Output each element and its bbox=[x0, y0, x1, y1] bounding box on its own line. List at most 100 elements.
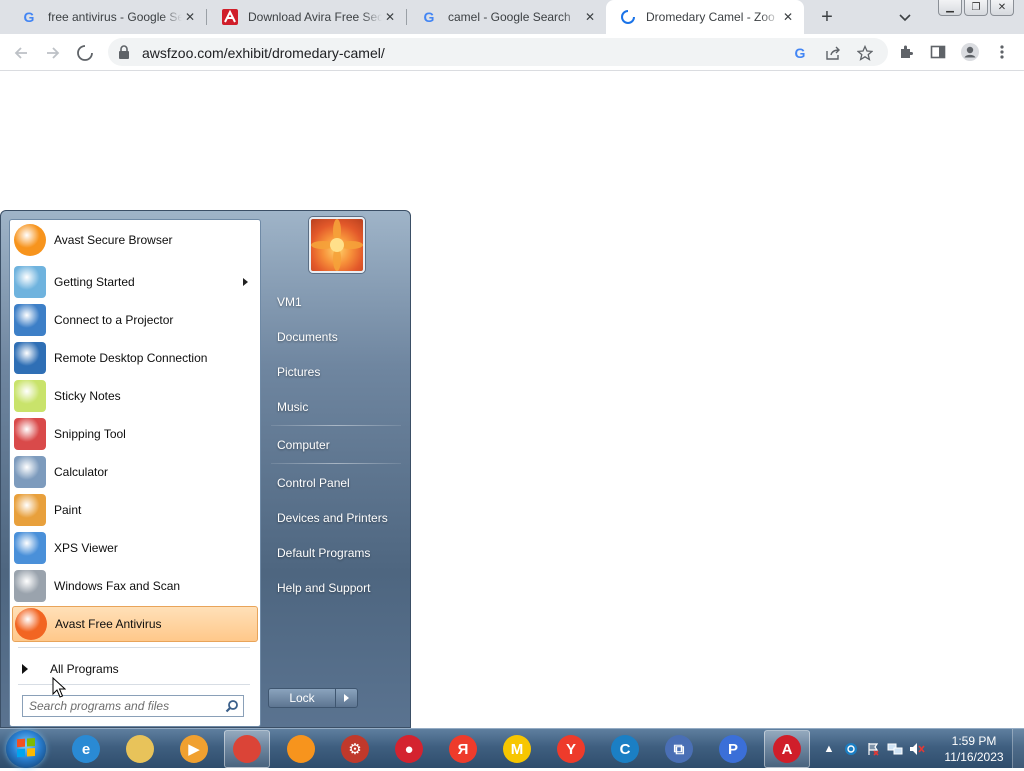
avast-tray-icon[interactable] bbox=[840, 739, 862, 759]
lock-icon[interactable] bbox=[118, 45, 130, 59]
start-link-vm1[interactable]: VM1 bbox=[269, 287, 403, 317]
search-input[interactable] bbox=[29, 698, 219, 714]
address-bar[interactable]: awsfzoo.com/exhibit/dromedary-camel/ G bbox=[108, 38, 888, 66]
taskbar-button[interactable] bbox=[278, 730, 324, 768]
tab-dromedary-camel[interactable]: Dromedary Camel - Zoo ✕ bbox=[606, 0, 804, 34]
svg-text:G: G bbox=[24, 9, 35, 25]
volume-muted-icon[interactable] bbox=[906, 739, 928, 759]
programs-divider bbox=[18, 647, 250, 648]
program-item[interactable]: Snipping Tool bbox=[12, 416, 258, 452]
fax-scan-icon bbox=[14, 570, 46, 602]
internet-explorer-icon: e bbox=[72, 735, 100, 763]
expand-arrow-icon bbox=[22, 664, 28, 674]
taskbar-button[interactable]: Я bbox=[440, 730, 486, 768]
taskbar-button[interactable]: Y bbox=[548, 730, 594, 768]
program-label: Windows Fax and Scan bbox=[54, 579, 181, 593]
submenu-arrow-icon bbox=[243, 278, 248, 286]
stop-loading-icon[interactable] bbox=[74, 42, 96, 64]
start-link-pictures[interactable]: Pictures bbox=[269, 357, 403, 387]
restore-icon[interactable]: ❐ bbox=[964, 0, 988, 16]
program-item[interactable]: Connect to a Projector bbox=[12, 302, 258, 338]
taskbar-button[interactable]: ▶ bbox=[171, 730, 217, 768]
ccleaner-icon: C bbox=[611, 735, 639, 763]
tab-close-icon[interactable]: ✕ bbox=[382, 9, 398, 25]
lock-button[interactable]: Lock bbox=[268, 688, 336, 708]
side-panel-icon[interactable] bbox=[928, 42, 948, 62]
tab-separator bbox=[406, 9, 407, 25]
tab-download-avira[interactable]: Download Avira Free Security ✕ bbox=[208, 0, 407, 34]
start-link-default-programs[interactable]: Default Programs bbox=[269, 538, 403, 568]
tab-free-antivirus[interactable]: G free antivirus - Google Search ✕ bbox=[8, 0, 207, 34]
back-arrow-icon[interactable] bbox=[10, 42, 32, 64]
url-text: awsfzoo.com/exhibit/dromedary-camel/ bbox=[142, 45, 385, 61]
tab-search-chevron-icon[interactable] bbox=[896, 8, 914, 26]
start-link-documents[interactable]: Documents bbox=[269, 322, 403, 352]
tab-close-icon[interactable]: ✕ bbox=[182, 9, 198, 25]
calculator-icon bbox=[14, 456, 46, 488]
extensions-icon[interactable] bbox=[896, 42, 916, 62]
tab-title: free antivirus - Google Search bbox=[48, 10, 182, 24]
forward-arrow-icon[interactable] bbox=[42, 42, 64, 64]
program-item[interactable]: Remote Desktop Connection bbox=[12, 340, 258, 376]
new-tab-button[interactable]: + bbox=[816, 6, 838, 28]
avira-icon: A bbox=[773, 735, 801, 763]
bookmark-star-icon[interactable] bbox=[856, 44, 874, 62]
program-item[interactable]: Calculator bbox=[12, 454, 258, 490]
remote-app-icon: ⧉ bbox=[665, 735, 693, 763]
window-controls: ▁ ❐ ✕ bbox=[936, 0, 1014, 16]
tab-camel-search[interactable]: G camel - Google Search ✕ bbox=[408, 0, 606, 34]
getting-started-icon bbox=[14, 266, 46, 298]
google-icon: G bbox=[422, 9, 438, 25]
tab-close-icon[interactable]: ✕ bbox=[582, 9, 598, 25]
taskbar-button[interactable]: P bbox=[710, 730, 756, 768]
taskbar-button[interactable] bbox=[117, 730, 163, 768]
start-link-music[interactable]: Music bbox=[269, 392, 403, 422]
taskbar-button[interactable]: e bbox=[63, 730, 109, 768]
svg-text:G: G bbox=[795, 45, 806, 61]
taskbar-button[interactable]: ● bbox=[386, 730, 432, 768]
start-orb-button[interactable] bbox=[6, 730, 46, 768]
loading-spinner-icon bbox=[620, 9, 636, 25]
show-hidden-icons-chevron-icon[interactable]: ▲ bbox=[818, 739, 840, 759]
program-item[interactable]: Avast Free Antivirus bbox=[12, 606, 258, 642]
taskbar-button[interactable] bbox=[224, 730, 270, 768]
program-item[interactable]: Paint bbox=[12, 492, 258, 528]
start-link-help-and-support[interactable]: Help and Support bbox=[269, 573, 403, 603]
minimize-icon[interactable]: ▁ bbox=[938, 0, 962, 16]
network-icon[interactable] bbox=[884, 739, 906, 759]
links-divider bbox=[271, 463, 401, 464]
kebab-menu-icon[interactable] bbox=[992, 42, 1012, 62]
program-item[interactable]: Avast Secure Browser bbox=[12, 222, 258, 258]
start-link-computer[interactable]: Computer bbox=[269, 430, 403, 460]
avast-app-icon: ⚙ bbox=[341, 735, 369, 763]
all-programs-button[interactable]: All Programs bbox=[12, 656, 258, 682]
p-app-icon: P bbox=[719, 735, 747, 763]
show-desktop-button[interactable] bbox=[1012, 729, 1024, 769]
taskbar-button[interactable]: A bbox=[764, 730, 810, 768]
profile-avatar-icon[interactable] bbox=[960, 42, 980, 62]
taskbar-button[interactable]: ⚙ bbox=[332, 730, 378, 768]
program-item[interactable]: Windows Fax and Scan bbox=[12, 568, 258, 604]
google-translate-icon[interactable]: G bbox=[792, 44, 810, 62]
start-menu: Avast Secure Browser Getting Started Conne… bbox=[0, 210, 411, 728]
taskbar-button[interactable]: M bbox=[494, 730, 540, 768]
program-item[interactable]: Getting Started bbox=[12, 264, 258, 300]
clock-date: 11/16/2023 bbox=[944, 750, 1004, 764]
avast-browser-icon bbox=[287, 735, 315, 763]
taskbar-button[interactable]: ⧉ bbox=[656, 730, 702, 768]
snipping-tool-icon bbox=[14, 418, 46, 450]
start-link-control-panel[interactable]: Control Panel bbox=[269, 468, 403, 498]
user-account-picture[interactable] bbox=[309, 217, 365, 273]
share-icon[interactable] bbox=[824, 44, 842, 62]
tab-title: camel - Google Search bbox=[448, 10, 571, 24]
all-programs-label: All Programs bbox=[50, 662, 119, 676]
system-clock[interactable]: 1:59 PM 11/16/2023 bbox=[938, 733, 1010, 765]
program-item[interactable]: XPS Viewer bbox=[12, 530, 258, 566]
close-window-icon[interactable]: ✕ bbox=[990, 0, 1014, 16]
shutdown-options-arrow-icon[interactable] bbox=[336, 688, 358, 708]
action-center-flag-icon[interactable] bbox=[862, 739, 884, 759]
taskbar-button[interactable]: C bbox=[602, 730, 648, 768]
start-link-devices-and-printers[interactable]: Devices and Printers bbox=[269, 503, 403, 533]
program-item[interactable]: Sticky Notes bbox=[12, 378, 258, 414]
tab-close-icon[interactable]: ✕ bbox=[780, 9, 796, 25]
